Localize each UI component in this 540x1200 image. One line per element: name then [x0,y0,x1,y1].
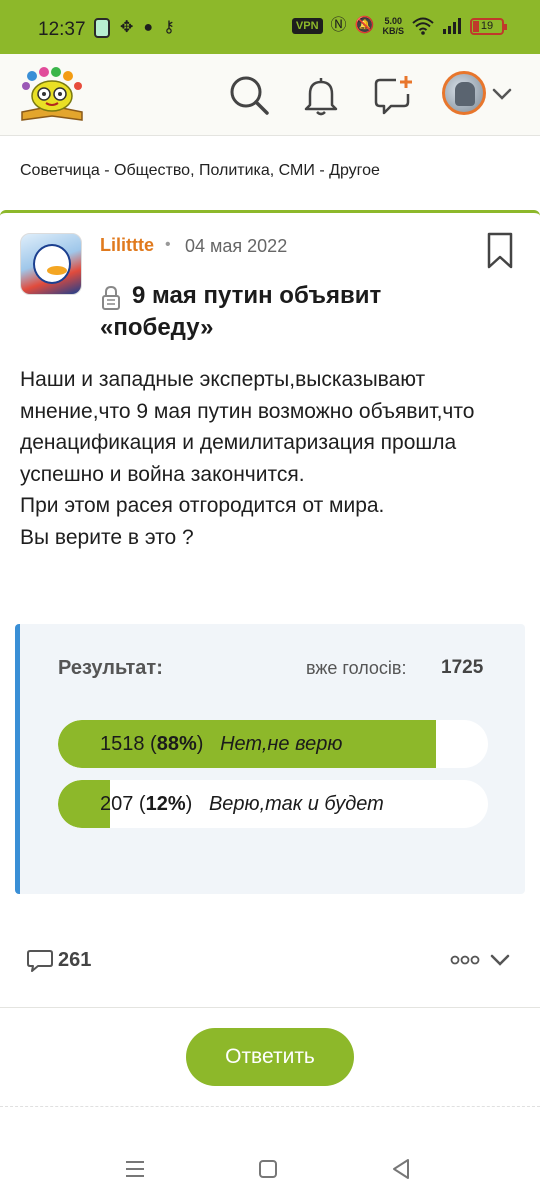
poll-option-label: Нет,не верю [220,733,343,755]
new-post-icon [374,76,412,115]
poll-option-count: 207 [100,793,134,815]
search-icon [230,76,269,115]
post-body-paragraph: Наши и западные эксперты,высказывают мне… [20,368,475,486]
battery-indicator: 19 [470,17,507,35]
search-button[interactable] [226,72,272,118]
home-button[interactable] [253,1154,283,1184]
poll-option-text: 1518 (88%) Нет,не верю [100,733,343,755]
status-time: 12:37 [38,19,86,40]
mute-icon: 🔕 [354,17,375,34]
back-icon [393,1159,409,1179]
site-logo[interactable] [18,66,86,124]
poll-option-text: 207 (12%) Верю,так и будет [100,793,384,815]
author-name[interactable]: Lilittte [100,235,154,256]
status-bar: 12:37 ✥ ● ⚷ VPN Ⓝ 🔕 5.00 KB/S 19 [0,0,540,54]
comments-button[interactable]: 261 [26,946,91,974]
expand-chevron-icon[interactable] [488,948,512,972]
poll-votes-label: вже голосів: [306,658,407,678]
poll-option-percent: 88% [156,733,197,755]
back-button[interactable] [386,1154,416,1184]
comment-icon [27,950,53,972]
recents-button[interactable] [120,1154,150,1184]
bookmark-icon[interactable] [486,232,514,270]
poll-option-bar[interactable]: 1518 (88%) Нет,не верю [58,720,488,768]
status-notification-icons: ✥ ● ⚷ [94,18,175,38]
breadcrumb[interactable]: Советчица - Общество, Политика, СМИ - Др… [20,162,380,180]
user-avatar[interactable] [442,71,486,115]
system-nav-bar [0,1140,540,1200]
wifi-icon [412,17,434,35]
bell-icon [304,78,338,116]
new-post-button[interactable] [370,72,416,118]
author-avatar[interactable] [20,233,82,295]
poll-result-label: Результат: [58,657,163,679]
menu-icon [126,1161,144,1177]
reply-button[interactable]: Ответить [186,1028,354,1086]
nfc-icon: Ⓝ [330,17,347,34]
post-title: 9 мая путин объявит «победу» [100,282,382,341]
network-speed: 5.00 KB/S [382,16,404,36]
signal-icon [443,18,461,34]
more-options-icon[interactable] [450,950,480,970]
post-body: Наши и западные эксперты,высказывают мне… [20,364,525,553]
poll-option-label: Верю,так и будет [208,793,384,815]
vpn-badge: VPN [291,18,323,34]
poll-option-percent: 12% [145,793,186,815]
move-icon: ✥ [120,19,134,36]
comments-count: 261 [58,948,92,971]
app-notification-icon [94,18,110,38]
poll-votes-total: 1725 [441,657,484,678]
status-system-icons: VPN Ⓝ 🔕 5.00 KB/S 19 [291,16,507,36]
notifications-button[interactable] [298,72,344,118]
poll-option-count: 1518 [100,733,145,755]
post-date: 04 мая 2022 [185,236,288,256]
app-header [0,54,540,136]
post-body-paragraph: Вы верите в это ? [20,525,194,549]
post-body-paragraph: При этом расея отгородится от мира. [20,494,385,517]
media-icon: ● [143,19,154,36]
divider [0,1106,540,1107]
chevron-down-icon[interactable] [490,82,514,106]
home-icon [259,1160,277,1178]
key-icon: ⚷ [163,19,175,36]
poll-option-bar[interactable]: 207 (12%) Верю,так и будет [58,780,488,828]
meta-separator: • [165,236,171,253]
